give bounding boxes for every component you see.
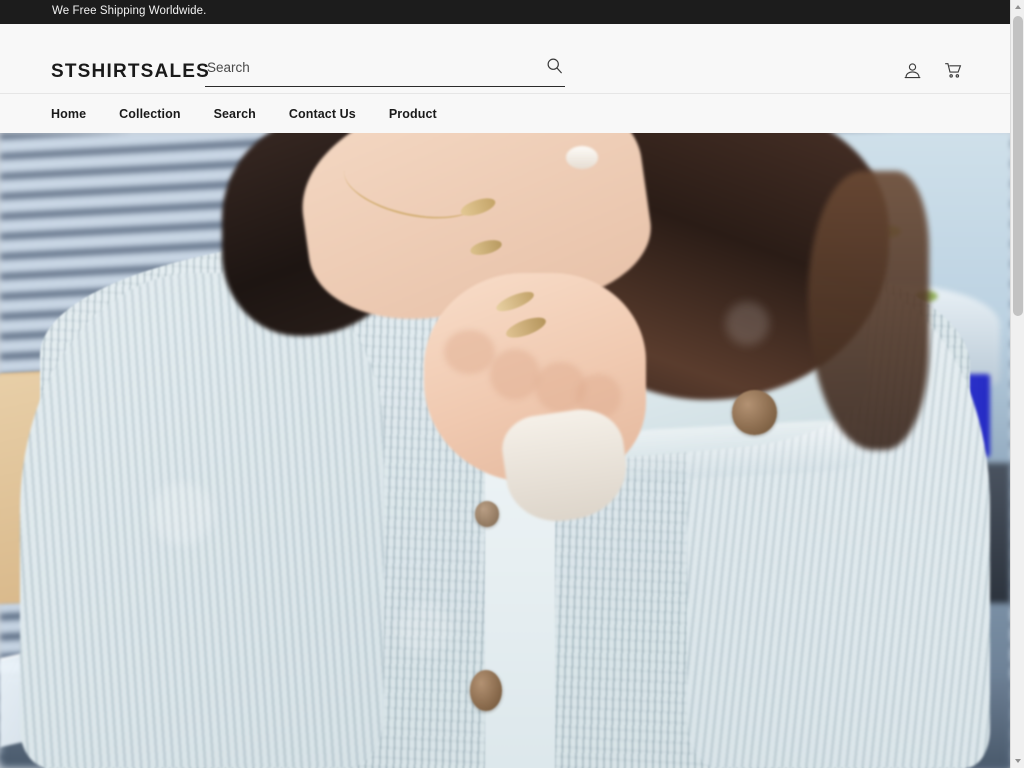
search-form	[205, 57, 565, 87]
nav-item-collection[interactable]: Collection	[119, 107, 180, 121]
account-button[interactable]	[899, 59, 925, 85]
nav-item-home[interactable]: Home	[51, 107, 86, 121]
scrollbar-thumb[interactable]	[1013, 16, 1023, 316]
nav-item-search[interactable]: Search	[214, 107, 256, 121]
account-icon	[903, 61, 922, 83]
cart-button[interactable]	[940, 59, 966, 85]
model-knuckle	[489, 348, 541, 400]
search-submit-button[interactable]	[540, 57, 565, 77]
nav-item-contact-us[interactable]: Contact Us	[289, 107, 356, 121]
scrollbar-down-button[interactable]	[1011, 754, 1024, 768]
search-input[interactable]	[205, 59, 540, 75]
nav-item-product[interactable]: Product	[389, 107, 437, 121]
model-fingernail	[565, 145, 598, 169]
search-icon	[546, 57, 563, 77]
announcement-text: We Free Shipping Worldwide.	[52, 5, 207, 18]
site-header: STSHIRTSALES	[0, 24, 1010, 93]
chevron-up-icon	[1015, 5, 1021, 9]
cardigan-button	[732, 390, 777, 435]
site-logo[interactable]: STSHIRTSALES	[51, 61, 210, 83]
cart-icon	[943, 60, 964, 84]
scrollbar-up-button[interactable]	[1011, 0, 1024, 14]
page-scrollbar[interactable]	[1010, 0, 1024, 768]
cardigan-sleeve-left	[20, 272, 384, 768]
main-nav: Home Collection Search Contact Us Produc…	[0, 93, 1010, 133]
hero-banner[interactable]	[0, 133, 1010, 768]
header-icon-group	[899, 59, 966, 85]
announcement-bar: We Free Shipping Worldwide.	[0, 0, 1010, 24]
page-root: We Free Shipping Worldwide. STSHIRTSALES	[0, 0, 1024, 768]
hero-image	[0, 133, 1010, 768]
model-knuckle	[444, 329, 495, 375]
cardigan-button	[474, 501, 499, 527]
cardigan-button	[469, 669, 502, 711]
chevron-down-icon	[1015, 759, 1021, 763]
